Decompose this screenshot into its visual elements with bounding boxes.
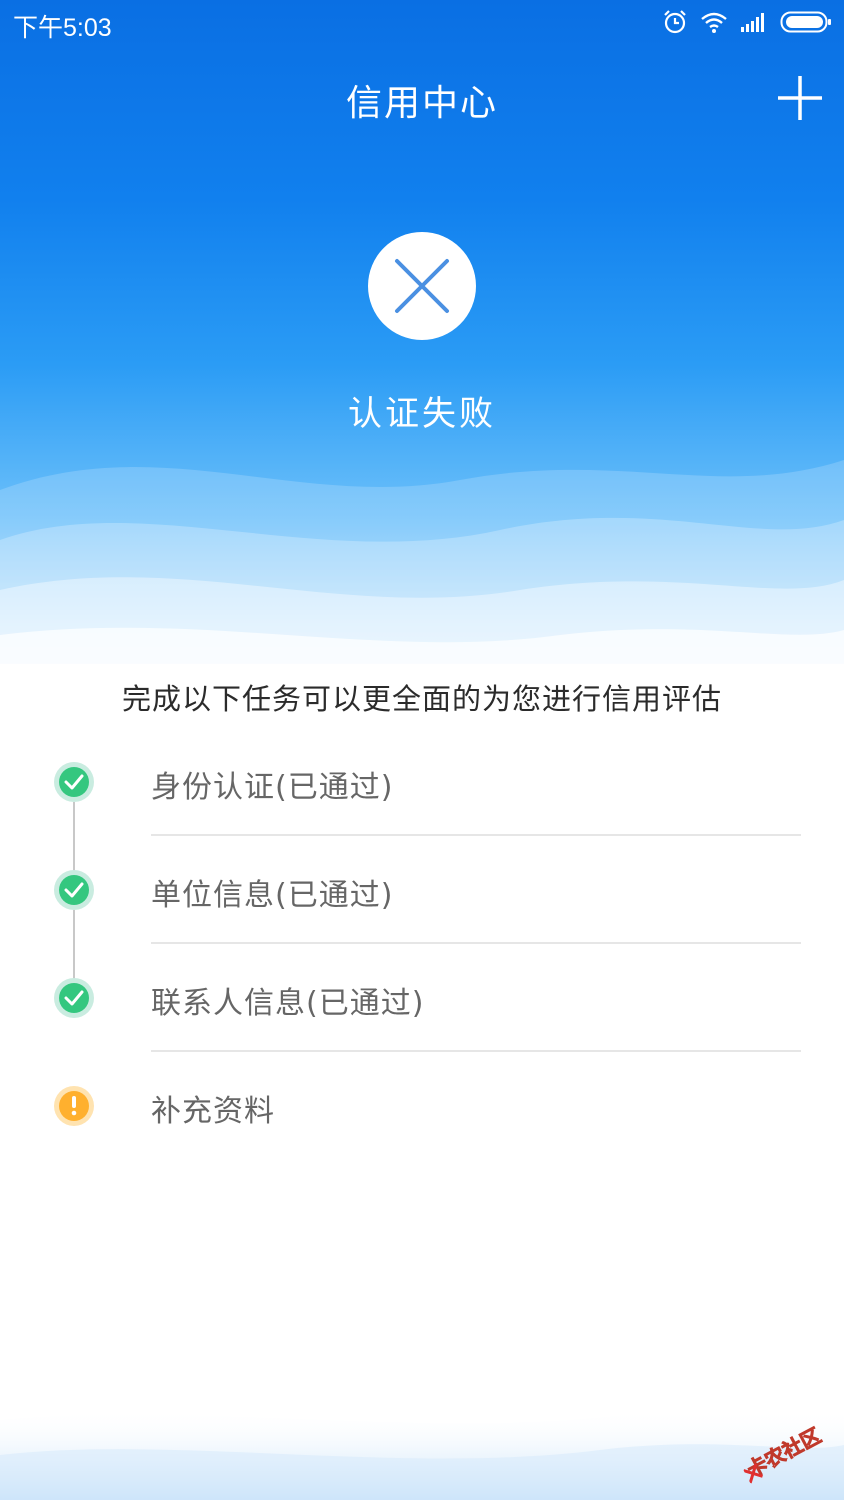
task-item-employer[interactable]: 单位信息(已通过) <box>0 836 844 944</box>
task-item-contacts[interactable]: 联系人信息(已通过) <box>0 944 844 1052</box>
exclamation-icon <box>71 1096 77 1116</box>
status-bar: 下午5:03 <box>0 0 844 44</box>
status-icons <box>662 8 832 36</box>
task-label: 单位信息(已通过) <box>151 878 394 913</box>
task-status-passed <box>54 978 94 1018</box>
task-status-pending <box>54 1086 94 1126</box>
battery-icon <box>780 10 832 34</box>
title-bar: 信用中心 <box>0 66 844 130</box>
check-icon <box>64 990 84 1006</box>
wave-decoration <box>0 460 844 664</box>
intro-text: 完成以下任务可以更全面的为您进行信用评估 <box>121 682 722 716</box>
header-background: 下午5:03 信用中心 认证失败 <box>0 0 844 664</box>
plus-icon <box>778 76 822 120</box>
fail-status-circle <box>368 232 476 340</box>
task-label: 联系人信息(已通过) <box>151 986 425 1021</box>
signal-icon <box>740 11 768 33</box>
task-list: 身份认证(已通过) 单位信息(已通过) 联系人信息(已通过) 补充资料 <box>0 728 844 1160</box>
add-button[interactable] <box>776 74 824 122</box>
wifi-icon <box>700 10 728 34</box>
status-time: 下午5:03 <box>13 14 112 42</box>
task-item-identity[interactable]: 身份认证(已通过) <box>0 728 844 836</box>
task-label: 身份认证(已通过) <box>151 770 394 805</box>
close-icon <box>395 259 449 313</box>
task-item-supplementary[interactable]: 补充资料 <box>0 1052 844 1160</box>
footer-wave-decoration <box>0 1409 844 1500</box>
check-icon <box>64 882 84 898</box>
page-title: 信用中心 <box>345 83 498 124</box>
alarm-icon <box>662 9 688 35</box>
task-status-passed <box>54 762 94 802</box>
check-icon <box>64 774 84 790</box>
task-label: 补充资料 <box>151 1094 275 1129</box>
task-status-passed <box>54 870 94 910</box>
credit-center-screen: 下午5:03 信用中心 认证失败 完成以下任务可以更全面的为您进行信用评估 身份… <box>0 0 844 1500</box>
fail-status-label: 认证失败 <box>348 394 496 434</box>
